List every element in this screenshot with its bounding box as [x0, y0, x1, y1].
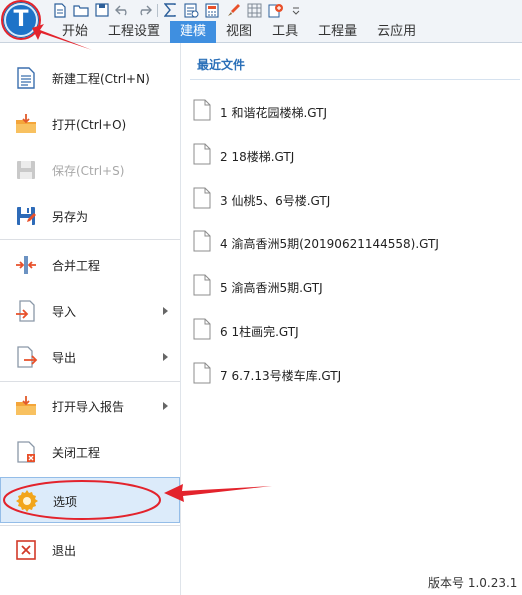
recent-file-item[interactable]: 2 18楼梯.GTJ: [190, 141, 510, 169]
file-icon: [193, 318, 211, 340]
menu-item-save[interactable]: 保存(Ctrl+S): [0, 147, 180, 193]
submenu-arrow-icon: [163, 353, 168, 361]
gear-icon: [15, 489, 39, 513]
recent-file-name: 7 6.7.13号楼车库.GTJ: [220, 369, 342, 383]
menu-divider: [0, 381, 180, 382]
menu-item-merge-project[interactable]: 合并工程: [0, 242, 180, 288]
sum-icon[interactable]: [162, 2, 178, 18]
menu-item-save-as[interactable]: 另存为: [0, 193, 180, 239]
recent-file-name: 5 渝高香洲5期.GTJ: [220, 281, 323, 295]
menu-divider: [0, 525, 180, 526]
menu-item-label: 导出: [52, 351, 77, 365]
save-icon[interactable]: [94, 2, 110, 18]
recent-file-item[interactable]: 7 6.7.13号楼车库.GTJ: [190, 360, 510, 388]
quick-access-toolbar: [52, 2, 309, 18]
title-ribbon: T 开始 工程设置 建模 视图 工具 工程量 云应用: [0, 0, 522, 43]
recent-file-item[interactable]: 5 渝高香洲5期.GTJ: [190, 272, 510, 300]
recent-file-name: 3 仙桃5、6号楼.GTJ: [220, 194, 331, 208]
recent-file-item[interactable]: 4 渝高香洲5期(20190621144558).GTJ: [190, 228, 510, 256]
app-menu-caret-icon[interactable]: [36, 32, 42, 36]
new-project-icon: [14, 66, 38, 90]
recent-files-divider: [190, 79, 520, 80]
menu-item-options[interactable]: 选项: [0, 477, 180, 523]
export-icon: [14, 345, 38, 369]
menu-item-label: 关闭工程: [52, 446, 101, 460]
open-report-icon: [14, 394, 38, 418]
submenu-arrow-icon: [163, 307, 168, 315]
app-logo-letter: T: [13, 7, 29, 32]
undo-icon[interactable]: [115, 2, 131, 18]
toolbar-separator: [157, 3, 158, 17]
file-icon: [193, 187, 211, 209]
import-icon: [14, 299, 38, 323]
tab-project-settings[interactable]: 工程设置: [98, 21, 170, 43]
new-file-icon[interactable]: [52, 2, 68, 18]
recent-file-item[interactable]: 1 和谐花园楼梯.GTJ: [190, 97, 510, 125]
recent-files-title: 最近文件: [197, 58, 246, 72]
app-menu-button[interactable]: T: [4, 3, 38, 37]
save-as-icon: [14, 204, 38, 228]
recent-file-name: 2 18楼梯.GTJ: [220, 150, 295, 164]
file-icon: [193, 230, 211, 252]
recent-file-name: 1 和谐花园楼梯.GTJ: [220, 106, 328, 120]
exit-icon: [14, 538, 38, 562]
toolbar-dropdown-icon[interactable]: [288, 2, 304, 18]
tab-cloud-apps[interactable]: 云应用: [367, 21, 426, 43]
version-label: 版本号 1.0.23.1: [428, 576, 518, 590]
menu-item-label: 保存(Ctrl+S): [52, 164, 125, 178]
tab-tools[interactable]: 工具: [262, 21, 308, 43]
recent-file-name: 4 渝高香洲5期(20190621144558).GTJ: [220, 237, 439, 251]
close-project-icon: [14, 440, 38, 464]
report-icon[interactable]: [183, 2, 199, 18]
calculator-icon[interactable]: [204, 2, 220, 18]
merge-icon: [14, 253, 38, 277]
file-icon: [193, 362, 211, 384]
menu-item-open-import-report[interactable]: 打开导入报告: [0, 383, 180, 429]
grid-icon[interactable]: [246, 2, 262, 18]
menu-item-label: 打开导入报告: [52, 400, 125, 414]
menu-item-label: 退出: [52, 544, 77, 558]
submenu-arrow-icon: [163, 402, 168, 410]
menu-item-label: 选项: [53, 495, 78, 509]
recent-file-item[interactable]: 6 1柱画完.GTJ: [190, 316, 510, 344]
file-menu: 新建工程(Ctrl+N) 打开(Ctrl+O) 保存(Ctrl+S) 另存为 合…: [0, 43, 181, 595]
menu-item-label: 另存为: [52, 210, 89, 224]
menu-item-new-project[interactable]: 新建工程(Ctrl+N): [0, 55, 180, 101]
tab-view[interactable]: 视图: [216, 21, 262, 43]
menu-item-open[interactable]: 打开(Ctrl+O): [0, 101, 180, 147]
open-folder-icon[interactable]: [73, 2, 89, 18]
open-folder-icon: [14, 112, 38, 136]
add-icon[interactable]: [267, 2, 283, 18]
menu-item-export[interactable]: 导出: [0, 334, 180, 380]
tab-modeling[interactable]: 建模: [170, 21, 217, 43]
recent-file-item[interactable]: 3 仙桃5、6号楼.GTJ: [190, 185, 510, 213]
brush-icon[interactable]: [225, 2, 241, 18]
file-icon: [193, 143, 211, 165]
menu-divider: [0, 239, 180, 240]
file-icon: [193, 274, 211, 296]
menu-item-label: 合并工程: [52, 259, 101, 273]
save-icon: [14, 158, 38, 182]
menu-item-exit[interactable]: 退出: [0, 527, 180, 573]
tab-start[interactable]: 开始: [52, 21, 98, 43]
file-icon: [193, 99, 211, 121]
menu-item-label: 打开(Ctrl+O): [52, 118, 127, 132]
menu-item-close-project[interactable]: 关闭工程: [0, 429, 180, 475]
menu-item-label: 导入: [52, 305, 77, 319]
menu-item-label: 新建工程(Ctrl+N): [52, 72, 150, 86]
tab-quantities[interactable]: 工程量: [308, 21, 367, 43]
ribbon-tabs: 开始 工程设置 建模 视图 工具 工程量 云应用: [52, 21, 426, 43]
recent-file-name: 6 1柱画完.GTJ: [220, 325, 299, 339]
menu-item-import[interactable]: 导入: [0, 288, 180, 334]
redo-icon[interactable]: [136, 2, 152, 18]
